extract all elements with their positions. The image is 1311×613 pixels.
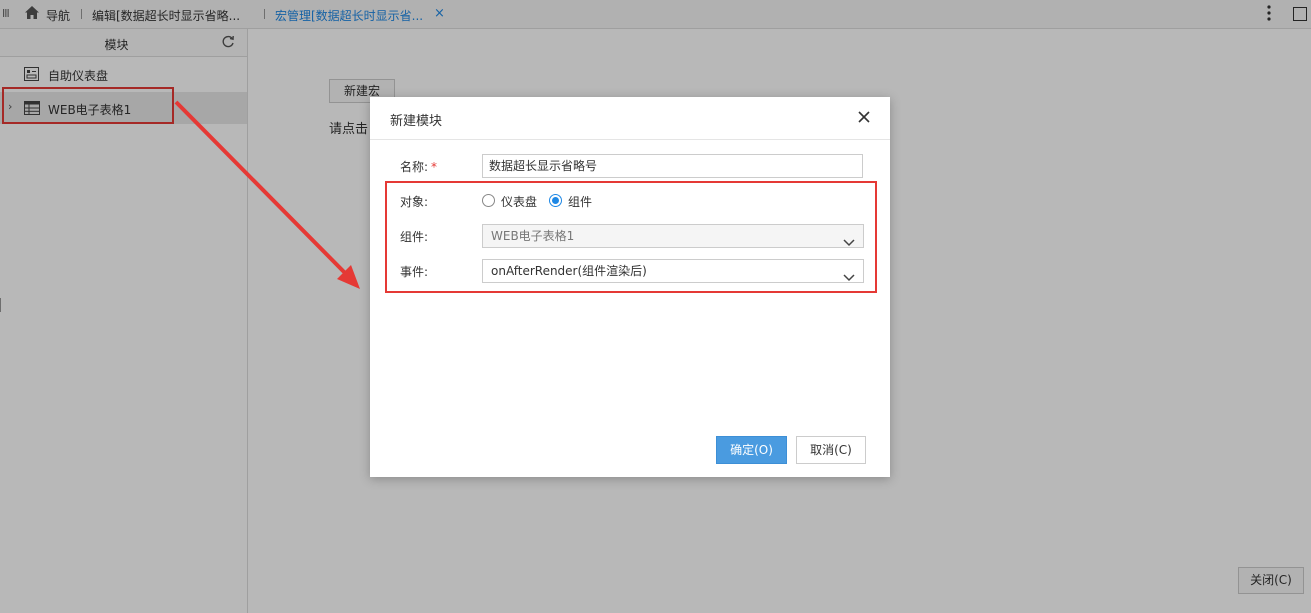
required-mark: * xyxy=(431,160,438,174)
dialog-header: 新建模块 xyxy=(370,97,890,140)
name-input[interactable]: 数据超长显示省略号 xyxy=(482,154,863,178)
cancel-button[interactable]: 取消(C) xyxy=(796,436,866,464)
dialog-title: 新建模块 xyxy=(390,114,443,129)
ok-button[interactable]: 确定(O) xyxy=(716,436,787,464)
name-label: 名称: * xyxy=(400,158,437,175)
name-label-text: 名称: xyxy=(400,160,429,174)
highlight-box xyxy=(385,181,877,293)
new-module-dialog: 新建模块 名称: * 数据超长显示省略号 对象: 仪表盘 组件 组件: WEB电子… xyxy=(370,97,890,477)
close-icon[interactable] xyxy=(858,111,870,126)
